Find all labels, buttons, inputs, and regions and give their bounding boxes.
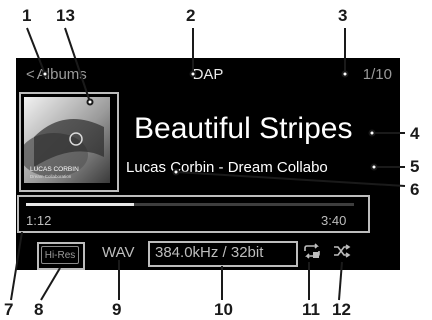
callout-leaders	[10, 27, 406, 301]
